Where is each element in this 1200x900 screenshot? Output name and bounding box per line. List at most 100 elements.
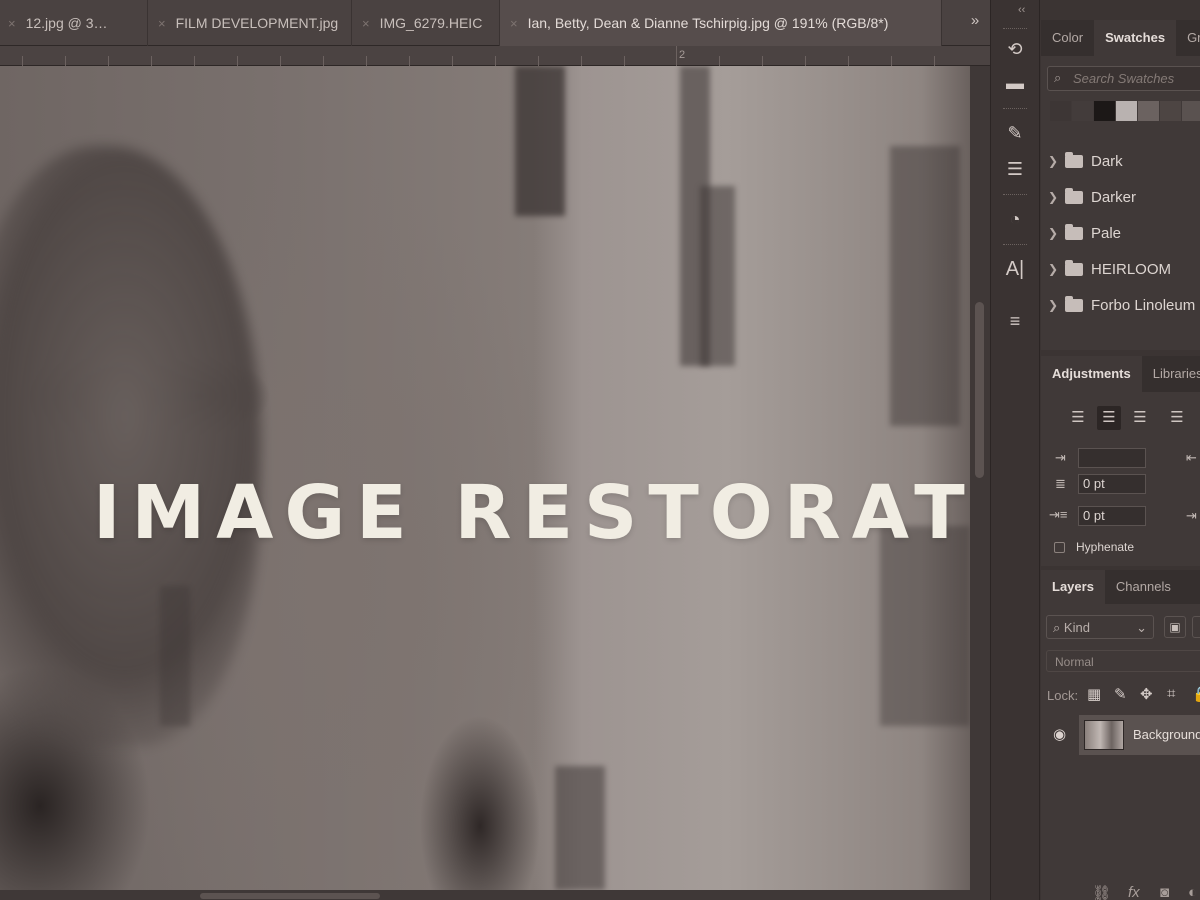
- chevron-right-icon[interactable]: ❯: [1048, 298, 1062, 312]
- layer-filter-kind[interactable]: ⌕ Kind ⌄: [1046, 615, 1154, 639]
- indent-right-icon: ⇤: [1186, 450, 1197, 465]
- swatch[interactable]: [1138, 101, 1159, 121]
- chevron-right-icon[interactable]: ❯: [1048, 262, 1062, 276]
- chevron-right-icon[interactable]: ❯: [1048, 226, 1062, 240]
- tab-adjustments[interactable]: Adjustments: [1041, 356, 1142, 392]
- overlay-title: IMAGE RESTORATION: [93, 470, 970, 556]
- close-icon[interactable]: ×: [158, 16, 166, 31]
- align-right-icon[interactable]: ☰: [1128, 406, 1152, 430]
- close-icon[interactable]: ×: [510, 16, 518, 31]
- image-canvas[interactable]: IMAGE RESTORATION: [0, 66, 970, 890]
- swatch-folder[interactable]: ❯ Forbo Linoleum: [1048, 290, 1195, 320]
- folder-label: Dark: [1091, 152, 1123, 170]
- paragraph-align-buttons: ☰ ☰ ☰ ☰: [1066, 406, 1196, 430]
- search-placeholder: Search Swatches: [1073, 71, 1175, 86]
- layer-row[interactable]: ◉ Background: [1041, 715, 1200, 755]
- lock-position-icon[interactable]: ✥: [1140, 685, 1153, 703]
- folder-label: Darker: [1091, 188, 1137, 206]
- swatch[interactable]: [1072, 101, 1093, 121]
- align-center-icon[interactable]: ☰: [1097, 406, 1121, 430]
- horizontal-ruler[interactable]: 2: [0, 46, 990, 66]
- lock-all-icon[interactable]: 🔒: [1192, 685, 1200, 703]
- swatch[interactable]: [1160, 101, 1181, 121]
- tab-color[interactable]: Color: [1041, 20, 1094, 56]
- filter-adjustment-icon[interactable]: ◐: [1192, 616, 1200, 638]
- folder-label: HEIRLOOM: [1091, 260, 1172, 278]
- scroll-thumb[interactable]: [200, 893, 380, 899]
- kind-label: Kind: [1063, 620, 1090, 635]
- tab-overflow-icon[interactable]: »: [962, 12, 988, 34]
- tab-label: 12.jpg @ 3…: [25, 15, 108, 31]
- indent-first-line-icon: ≣: [1055, 476, 1066, 491]
- folder-icon: [1065, 259, 1083, 276]
- character-icon[interactable]: A|: [1002, 256, 1028, 282]
- tab-label: FILM DEVELOPMENT.jpg: [175, 15, 339, 31]
- swatch[interactable]: [1050, 101, 1071, 121]
- paragraph-settings-icon[interactable]: ≡: [1002, 308, 1028, 334]
- swatch-folder[interactable]: ❯ Darker: [1048, 182, 1136, 212]
- close-icon[interactable]: ×: [8, 16, 16, 31]
- folder-icon: [1065, 187, 1083, 204]
- chevron-down-icon: ⌄: [1136, 620, 1147, 635]
- swatch[interactable]: [1182, 101, 1200, 121]
- scroll-thumb[interactable]: [975, 302, 984, 478]
- brush-settings-icon[interactable]: ✎: [1002, 120, 1028, 146]
- chevron-right-icon[interactable]: ❯: [1048, 190, 1062, 204]
- tab-swatches[interactable]: Swatches: [1094, 20, 1177, 56]
- eye-icon[interactable]: ◉: [1053, 725, 1066, 743]
- tab-label: IMG_6279.HEIC: [379, 15, 483, 31]
- document-tab[interactable]: × FILM DEVELOPMENT.jpg: [148, 0, 352, 46]
- comment-icon[interactable]: ▬: [1002, 70, 1028, 96]
- space-after-field[interactable]: 0 pt: [1078, 506, 1146, 526]
- hyphenate-checkbox[interactable]: [1054, 542, 1065, 553]
- collapse-panels-icon[interactable]: ‹‹: [1018, 4, 1025, 16]
- space-after-icon: ⇥: [1186, 508, 1197, 523]
- adjustment-layer-icon[interactable]: ◐: [1188, 884, 1197, 900]
- justify-icon[interactable]: ☰: [1165, 406, 1189, 430]
- clone-source-icon[interactable]: ◔: [1002, 206, 1028, 232]
- folder-label: Forbo Linoleum: [1091, 296, 1196, 314]
- add-mask-icon[interactable]: ◙: [1160, 884, 1169, 900]
- horizontal-scrollbar[interactable]: [0, 890, 990, 900]
- document-tab[interactable]: × 12.jpg @ 3…: [0, 0, 148, 46]
- chevron-right-icon[interactable]: ❯: [1048, 154, 1062, 168]
- tab-layers[interactable]: Layers: [1041, 570, 1105, 605]
- align-left-icon[interactable]: ☰: [1066, 406, 1090, 430]
- layers-panel-tabs: Layers Channels: [1041, 570, 1200, 605]
- search-icon: ⌕: [1054, 70, 1062, 85]
- swatch-folder[interactable]: ❯ Dark: [1048, 146, 1123, 176]
- blend-mode-select[interactable]: Normal: [1046, 650, 1200, 672]
- lock-image-icon[interactable]: ✎: [1114, 685, 1127, 703]
- space-before-field[interactable]: 0 pt: [1078, 474, 1146, 494]
- swatch-search-input[interactable]: ⌕ Search Swatches: [1047, 66, 1200, 91]
- filter-pixel-icon[interactable]: ▣: [1164, 616, 1186, 638]
- lock-transparency-icon[interactable]: ▦: [1087, 685, 1101, 703]
- layer-name: Background: [1133, 727, 1200, 742]
- photo-subject: [0, 146, 260, 746]
- tab-channels[interactable]: Channels: [1105, 570, 1182, 605]
- tool-presets-icon[interactable]: ☰: [1002, 156, 1028, 182]
- swatch[interactable]: [1116, 101, 1137, 121]
- document-tab-active[interactable]: × Ian, Betty, Dean & Dianne Tschirpig.jp…: [500, 0, 942, 46]
- folder-label: Pale: [1091, 224, 1122, 242]
- swatches-panel-tabs: Color Swatches Gra: [1041, 20, 1200, 56]
- link-layers-icon[interactable]: ⛓: [1092, 884, 1111, 900]
- folder-icon: [1065, 295, 1083, 312]
- lock-artboard-icon[interactable]: ⌗: [1167, 685, 1175, 702]
- vertical-scrollbar[interactable]: [970, 66, 990, 890]
- blend-mode-label: Normal: [1055, 655, 1094, 669]
- tab-libraries[interactable]: Libraries: [1142, 356, 1200, 392]
- indent-left-field[interactable]: [1078, 448, 1146, 468]
- close-icon[interactable]: ×: [362, 16, 370, 31]
- recent-swatches: [1050, 101, 1200, 121]
- swatch[interactable]: [1094, 101, 1115, 121]
- swatch-folder[interactable]: ❯ HEIRLOOM: [1048, 254, 1171, 284]
- history-brush-icon[interactable]: ⟲: [1002, 36, 1028, 62]
- document-tab[interactable]: × IMG_6279.HEIC: [352, 0, 500, 46]
- swatch-folder[interactable]: ❯ Pale: [1048, 218, 1121, 248]
- tab-label: Ian, Betty, Dean & Dianne Tschirpig.jpg …: [527, 15, 889, 31]
- fx-icon[interactable]: fx: [1128, 884, 1140, 900]
- tab-gradients[interactable]: Gra: [1176, 20, 1200, 56]
- indent-left-icon: ⇥: [1055, 450, 1066, 465]
- adjustments-panel-tabs: Adjustments Libraries: [1041, 356, 1200, 392]
